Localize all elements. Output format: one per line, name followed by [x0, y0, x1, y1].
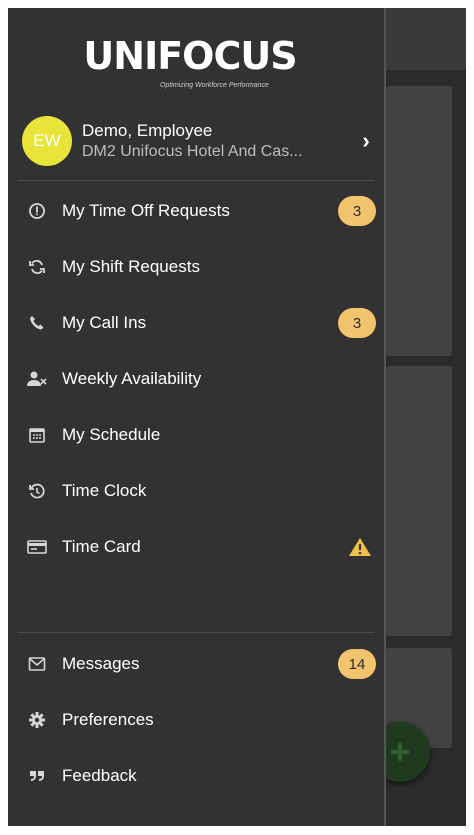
envelope-icon [26, 653, 48, 675]
menu-item-label: Feedback [62, 766, 137, 785]
menu-item-feedback[interactable]: Feedback [8, 748, 384, 804]
calendar-icon [26, 424, 48, 446]
warning-icon [348, 536, 372, 558]
user-name: Demo, Employee [82, 121, 213, 140]
clock-alert-icon [26, 200, 48, 222]
card-icon [26, 536, 48, 558]
avatar: EW [22, 116, 72, 166]
gear-icon [26, 709, 48, 731]
footer-menu: Messages 14 Preferences Feedback [8, 636, 384, 804]
background-card [386, 86, 452, 356]
menu-item-label: My Shift Requests [62, 257, 200, 276]
user-availability-icon [26, 368, 48, 390]
count-badge: 3 [338, 308, 376, 338]
user-organization: DM2 Unifocus Hotel And Cas... [82, 143, 303, 160]
user-info: Demo, Employee DM2 Unifocus Hotel And Ca… [82, 120, 354, 162]
menu-item-label: Weekly Availability [62, 369, 202, 388]
background-card [386, 366, 452, 636]
menu-item-label: Preferences [62, 710, 154, 729]
menu-item-weekly-availability[interactable]: Weekly Availability [8, 351, 384, 407]
menu-item-label: Messages [62, 654, 140, 673]
menu-item-time-clock[interactable]: Time Clock [8, 463, 384, 519]
user-profile-row[interactable]: EW Demo, Employee DM2 Unifocus Hotel And… [22, 113, 378, 169]
menu-item-messages[interactable]: Messages 14 [8, 636, 384, 692]
menu-item-label: Time Card [62, 537, 141, 556]
brand-tagline: Optimizing Workforce Performance [160, 82, 269, 89]
menu-item-preferences[interactable]: Preferences [8, 692, 384, 748]
menu-item-label: My Schedule [62, 425, 161, 444]
menu-item-label: Time Clock [62, 481, 147, 500]
quote-icon [26, 765, 48, 787]
swap-icon [26, 256, 48, 278]
count-badge: 3 [338, 196, 376, 226]
divider [18, 632, 374, 633]
history-icon [26, 480, 48, 502]
app-frame: + UNIFOCUS Optimizing Workforce Performa… [8, 8, 466, 826]
navigation-drawer: UNIFOCUS Optimizing Workforce Performanc… [8, 8, 386, 826]
brand-logo: UNIFOCUS Optimizing Workforce Performanc… [8, 34, 384, 89]
menu-item-my-schedule[interactable]: My Schedule [8, 407, 384, 463]
menu-item-label: My Call Ins [62, 313, 147, 332]
menu-item-shift-requests[interactable]: My Shift Requests [8, 239, 384, 295]
menu-item-time-card[interactable]: Time Card [8, 519, 384, 575]
chevron-right-icon: › [362, 128, 370, 153]
brand-name: UNIFOCUS [83, 34, 297, 78]
menu-item-time-off-requests[interactable]: My Time Off Requests 3 [8, 183, 384, 239]
count-badge: 14 [338, 649, 376, 679]
main-menu: My Time Off Requests 3 My Shift Requests… [8, 183, 384, 575]
menu-item-label: My Time Off Requests [62, 201, 230, 220]
divider [18, 180, 374, 181]
menu-item-call-ins[interactable]: My Call Ins 3 [8, 295, 384, 351]
phone-icon [26, 312, 48, 334]
